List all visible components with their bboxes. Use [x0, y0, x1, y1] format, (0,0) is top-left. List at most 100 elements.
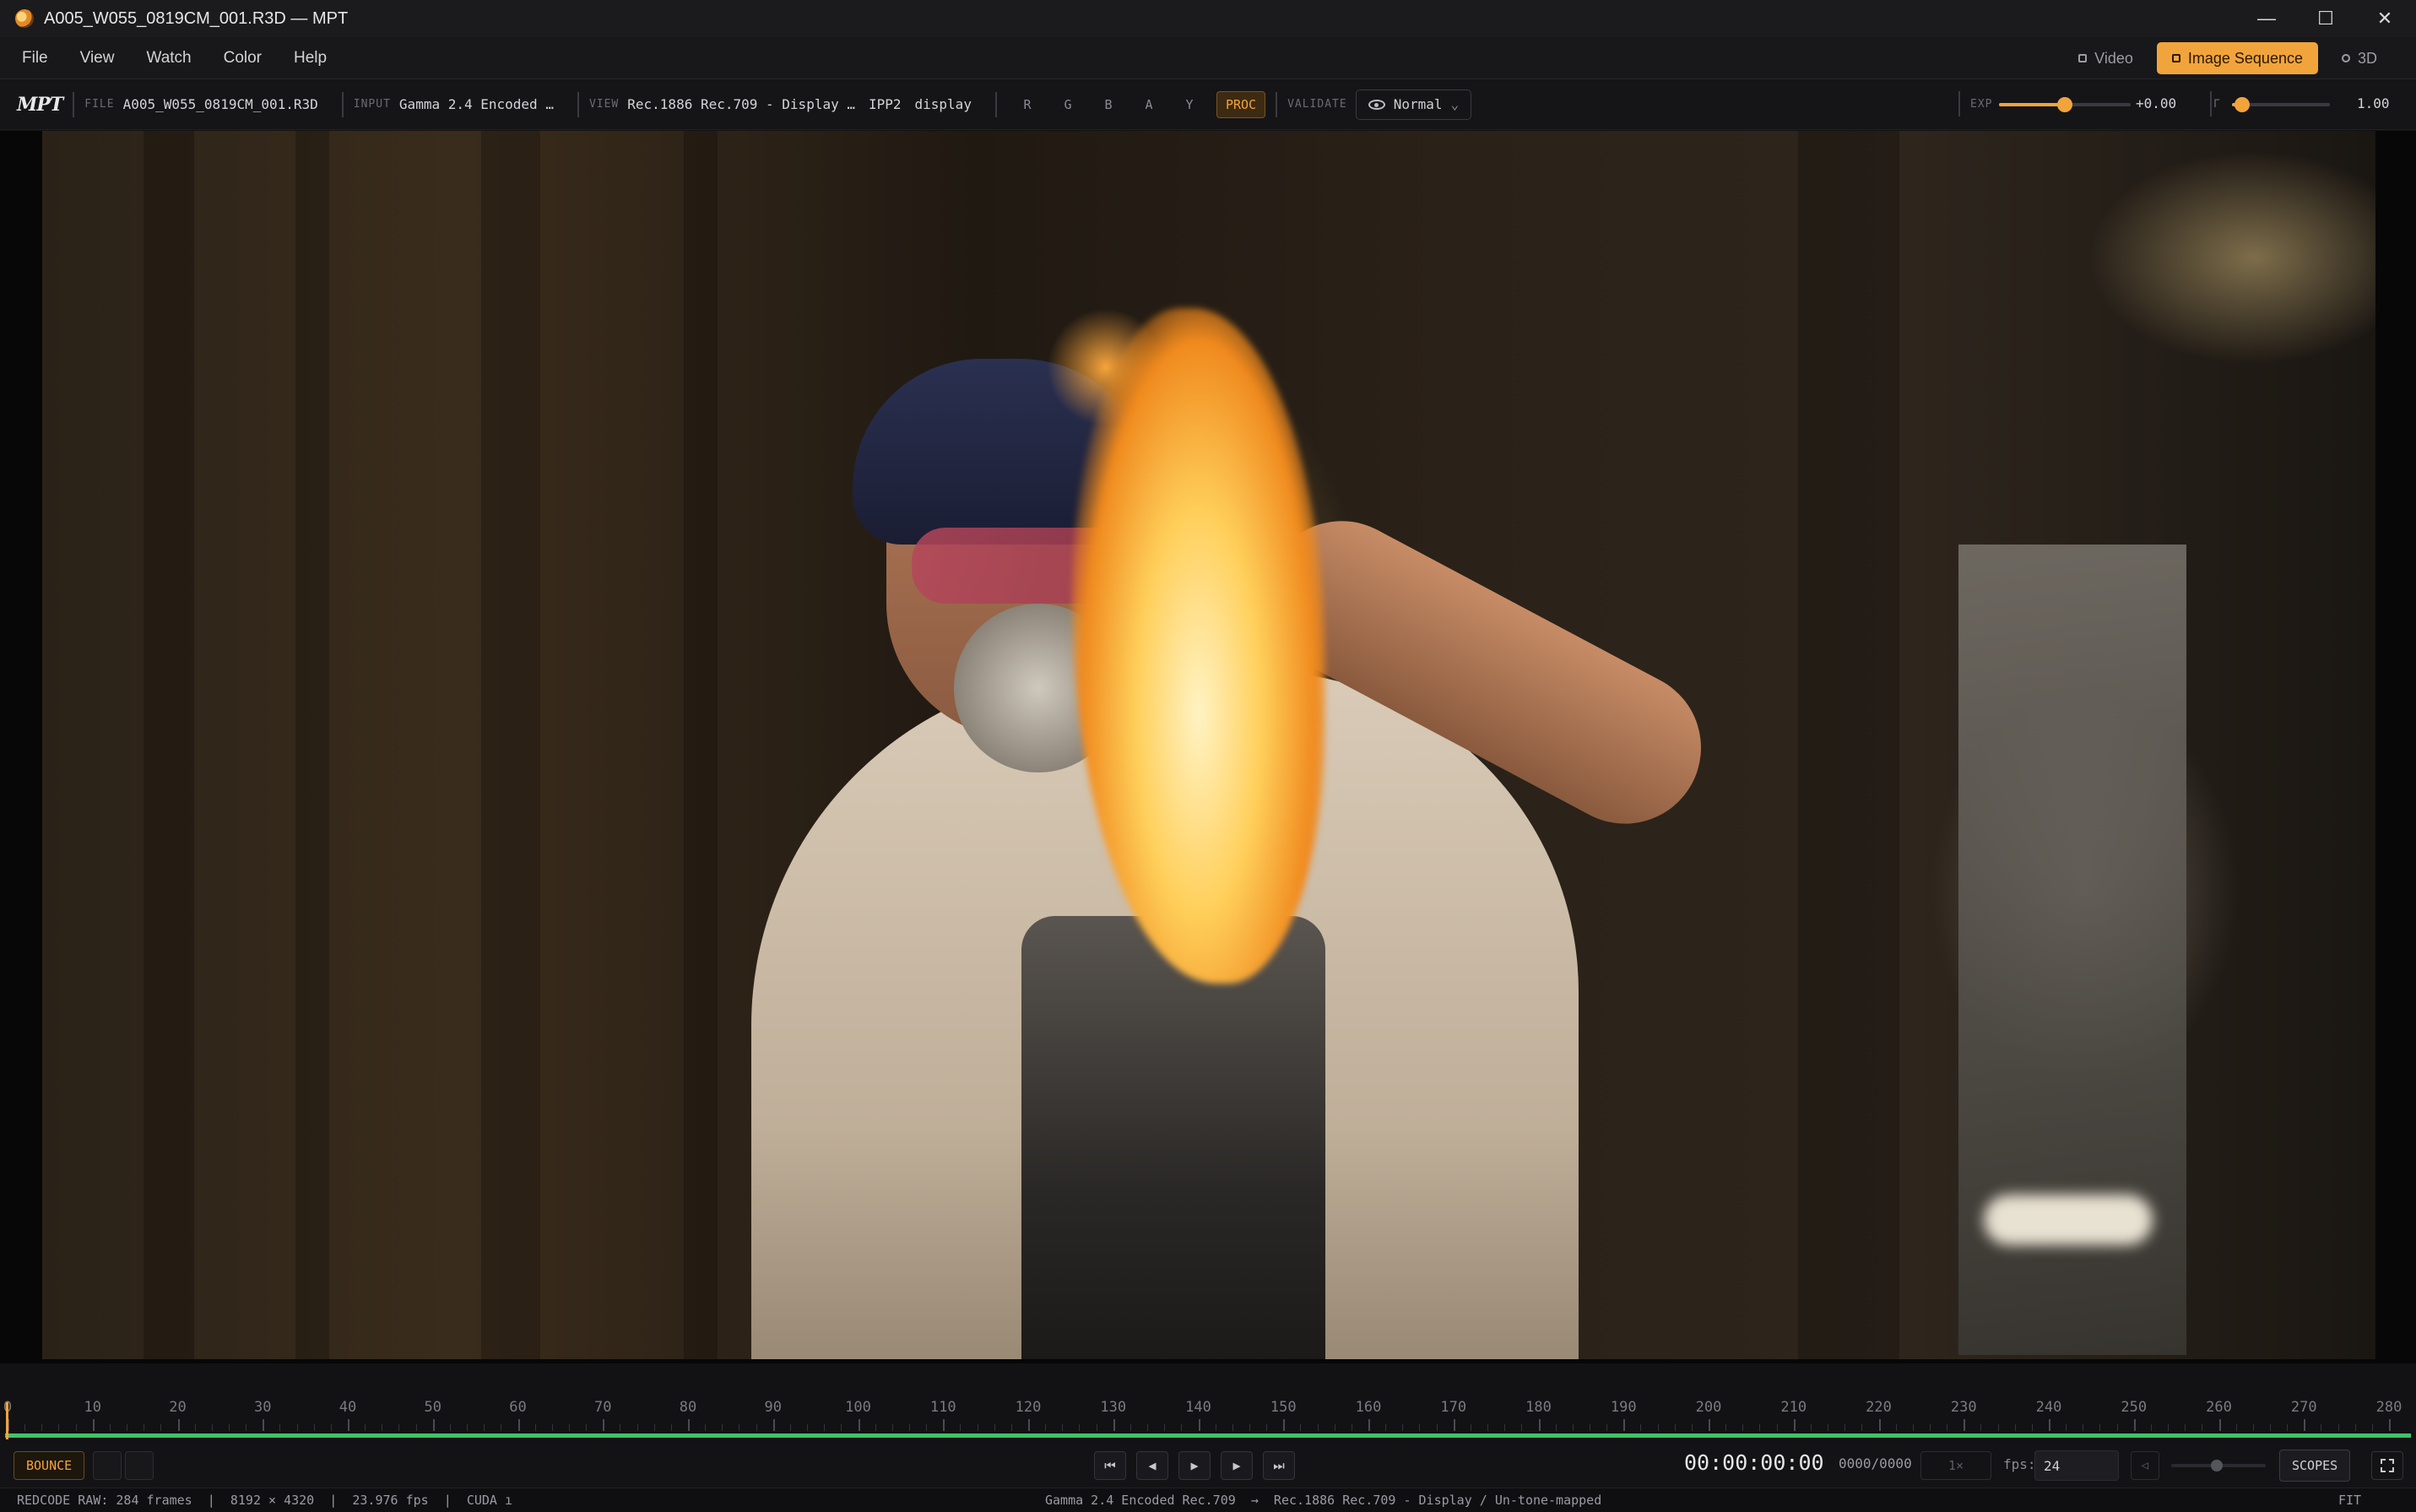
timeline-tick-label: 120: [1015, 1399, 1042, 1416]
timeline-tick-label: 270: [2290, 1399, 2317, 1416]
timeline-major-tick: [1113, 1419, 1115, 1431]
timeline-minor-tick: [1045, 1424, 1047, 1431]
validate-select[interactable]: Normal ⌄: [1355, 89, 1472, 120]
first-frame-button[interactable]: ⏮: [1094, 1451, 1126, 1480]
look-select[interactable]: IPP2: [869, 96, 902, 112]
app-logo-icon: [15, 9, 34, 28]
3d-mode-button[interactable]: 3D: [2327, 42, 2392, 74]
bounce-button[interactable]: BOUNCE: [14, 1451, 85, 1480]
timeline-minor-tick: [2168, 1424, 2170, 1431]
timeline-minor-tick: [1725, 1424, 1727, 1431]
background-light: [1984, 1195, 2153, 1245]
channel-y-button[interactable]: Y: [1169, 97, 1210, 112]
image-sequence-mode-button[interactable]: Image Sequence: [2156, 42, 2318, 74]
timeline-tick-label: 90: [764, 1399, 782, 1416]
timeline-major-tick: [603, 1419, 605, 1431]
volume-slider-knob[interactable]: [2211, 1460, 2223, 1471]
timeline-major-tick: [432, 1419, 435, 1431]
timeline-minor-tick: [1129, 1424, 1131, 1431]
timeline-minor-tick: [415, 1424, 417, 1431]
last-frame-button[interactable]: ⏭: [1263, 1451, 1295, 1480]
timeline-minor-tick: [398, 1424, 400, 1431]
timeline-major-tick: [1709, 1419, 1710, 1431]
file-label: FILE: [84, 98, 115, 111]
timeline-major-tick: [1198, 1419, 1200, 1431]
play-button[interactable]: ▶: [1178, 1451, 1211, 1480]
timeline-minor-tick: [2235, 1424, 2237, 1431]
timeline-major-tick: [772, 1419, 775, 1431]
menu-view[interactable]: View: [80, 49, 115, 68]
timeline-minor-tick: [1487, 1424, 1489, 1431]
timeline-tick-label: 140: [1185, 1399, 1211, 1416]
timeline-minor-tick: [756, 1424, 757, 1431]
close-button[interactable]: ✕: [2355, 0, 2414, 37]
timeline-minor-tick: [1861, 1424, 1863, 1431]
timeline-tick-label: 30: [254, 1399, 272, 1416]
source-mode-group: Video Image Sequence 3D: [2063, 42, 2392, 74]
timeline-major-tick: [348, 1419, 349, 1431]
frame-ruler[interactable]: 0102030405060708090100110120130140150160…: [0, 1389, 2416, 1431]
fullscreen-button[interactable]: [2371, 1451, 2403, 1480]
playhead[interactable]: [6, 1402, 8, 1439]
menu-file[interactable]: File: [22, 49, 48, 68]
proc-toggle-button[interactable]: PROC: [1216, 90, 1266, 118]
menu-watch[interactable]: Watch: [146, 49, 191, 68]
timeline[interactable]: 0102030405060708090100110120130140150160…: [0, 1363, 2416, 1444]
timeline-minor-tick: [2099, 1424, 2101, 1431]
timeline-major-tick: [1623, 1419, 1626, 1431]
view-transform-select[interactable]: Rec.1886 Rec.709 - Display …: [627, 96, 855, 112]
timeline-minor-tick: [1895, 1424, 1897, 1431]
timeline-minor-tick: [534, 1424, 536, 1431]
in-point-button[interactable]: [93, 1451, 122, 1480]
timeline-minor-tick: [722, 1424, 723, 1431]
timeline-minor-tick: [75, 1424, 77, 1431]
maximize-button[interactable]: ☐: [2296, 0, 2355, 37]
timeline-major-tick: [177, 1419, 180, 1431]
image-viewer[interactable]: [0, 131, 2416, 1363]
channel-b-button[interactable]: B: [1088, 97, 1129, 112]
fps-input[interactable]: [2034, 1450, 2119, 1481]
timeline-minor-tick: [637, 1424, 638, 1431]
timeline-major-tick: [858, 1419, 860, 1431]
timeline-minor-tick: [1912, 1424, 1914, 1431]
menu-help[interactable]: Help: [294, 49, 327, 68]
timeline-minor-tick: [824, 1424, 826, 1431]
image-sequence-mode-label: Image Sequence: [2187, 49, 2303, 67]
timeline-minor-tick: [586, 1424, 588, 1431]
volume-icon[interactable]: ◁: [2131, 1451, 2159, 1480]
timeline-minor-tick: [1062, 1424, 1064, 1431]
speed-input[interactable]: 1×: [1920, 1451, 1991, 1480]
timeline-minor-tick: [2185, 1424, 2186, 1431]
timeline-minor-tick: [789, 1424, 791, 1431]
timeline-tick-label: 210: [1780, 1399, 1807, 1416]
exposure-slider[interactable]: [1999, 97, 2131, 112]
display-mode-select[interactable]: display: [915, 96, 972, 112]
timeline-minor-tick: [449, 1424, 451, 1431]
previous-frame-button[interactable]: ◀: [1136, 1451, 1168, 1480]
volume-slider[interactable]: [2171, 1460, 2266, 1471]
out-point-button[interactable]: [125, 1451, 154, 1480]
input-colorspace-select[interactable]: Gamma 2.4 Encoded …: [399, 96, 554, 112]
timeline-tick-label: 60: [509, 1399, 527, 1416]
timeline-minor-tick: [1997, 1424, 1999, 1431]
timeline-major-tick: [2133, 1419, 2136, 1431]
menu-color[interactable]: Color: [224, 49, 262, 68]
minimize-button[interactable]: —: [2237, 0, 2296, 37]
gamma-slider-knob[interactable]: [2234, 97, 2250, 112]
file-name[interactable]: A005_W055_0819CM_001.R3D: [123, 96, 318, 112]
timeline-minor-tick: [926, 1424, 928, 1431]
channel-a-button[interactable]: A: [1129, 97, 1169, 112]
timeline-minor-tick: [891, 1424, 893, 1431]
channel-g-button[interactable]: G: [1048, 97, 1088, 112]
zoom-fit-button[interactable]: FIT: [2338, 1493, 2361, 1508]
timeline-minor-tick: [2252, 1424, 2254, 1431]
gamma-slider[interactable]: [2232, 97, 2330, 112]
3d-mode-label: 3D: [2357, 49, 2377, 67]
channel-r-button[interactable]: R: [1007, 97, 1048, 112]
timeline-major-tick: [2218, 1419, 2221, 1431]
exposure-slider-fill: [1999, 103, 2065, 106]
video-mode-button[interactable]: Video: [2063, 42, 2148, 74]
next-frame-button[interactable]: ▶: [1221, 1451, 1253, 1480]
scopes-button[interactable]: SCOPES: [2279, 1450, 2351, 1482]
exposure-slider-knob[interactable]: [2057, 97, 2072, 112]
